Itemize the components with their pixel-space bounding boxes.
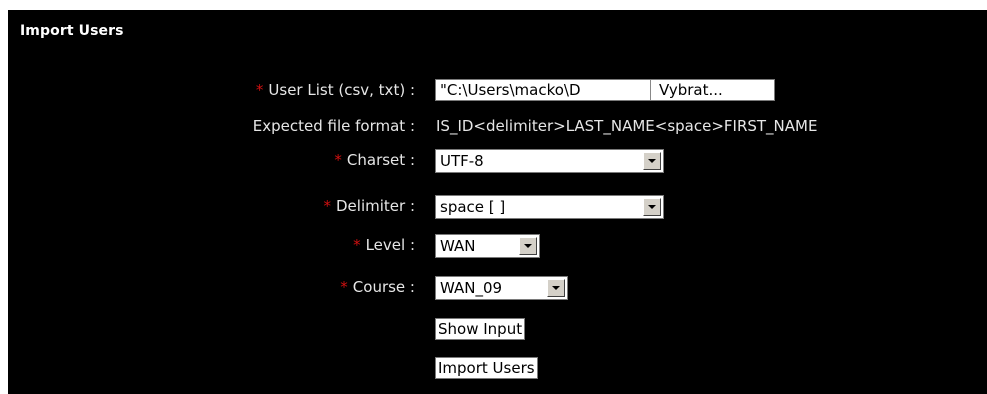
charset-row: * Charset : UTF-8 bbox=[8, 149, 987, 175]
delimiter-label-text: Delimiter : bbox=[336, 197, 415, 215]
delimiter-selected-value: space [ ] bbox=[440, 198, 506, 216]
import-users-button[interactable]: Import Users bbox=[435, 357, 538, 379]
required-marker: * bbox=[323, 197, 332, 215]
level-label-text: Level : bbox=[365, 236, 415, 254]
delimiter-label: * Delimiter : bbox=[324, 197, 416, 215]
charset-selected-value: UTF-8 bbox=[440, 152, 484, 170]
file-path-field[interactable]: "C:\Users\macko\D bbox=[436, 80, 650, 100]
course-label-text: Course : bbox=[352, 278, 415, 296]
expected-format-label: Expected file format : bbox=[252, 117, 415, 135]
panel-title: Import Users bbox=[20, 23, 124, 39]
user-list-label-text: User List (csv, txt) : bbox=[268, 81, 415, 99]
user-list-file-input[interactable]: "C:\Users\macko\D Vybrat... bbox=[435, 79, 775, 101]
browse-button[interactable]: Vybrat... bbox=[650, 80, 774, 100]
import-users-row: Import Users bbox=[8, 357, 987, 383]
import-users-panel: Import Users * User List (csv, txt) : "C:… bbox=[8, 10, 987, 394]
chevron-down-icon[interactable] bbox=[643, 152, 661, 170]
course-label: * Course : bbox=[340, 278, 415, 296]
required-marker: * bbox=[255, 81, 264, 99]
delimiter-row: * Delimiter : space [ ] bbox=[8, 195, 987, 221]
show-input-button[interactable]: Show Input bbox=[435, 318, 526, 340]
required-marker: * bbox=[334, 151, 342, 169]
level-label: * Level : bbox=[353, 236, 415, 254]
chevron-down-icon[interactable] bbox=[547, 279, 565, 297]
charset-select[interactable]: UTF-8 bbox=[435, 149, 664, 173]
show-input-row: Show Input bbox=[8, 318, 987, 344]
charset-label-text: Charset : bbox=[346, 151, 415, 169]
level-row: * Level : WAN bbox=[8, 234, 987, 260]
chevron-down-icon[interactable] bbox=[643, 198, 661, 216]
required-marker: * bbox=[340, 278, 348, 296]
chevron-down-icon[interactable] bbox=[519, 237, 537, 255]
user-list-row: * User List (csv, txt) : "C:\Users\macko\… bbox=[8, 79, 987, 105]
required-marker: * bbox=[353, 236, 361, 254]
expected-format-value: IS_ID<delimiter>LAST_NAME<space>FIRST_NA… bbox=[436, 117, 818, 135]
charset-label: * Charset : bbox=[334, 151, 415, 169]
level-selected-value: WAN bbox=[440, 237, 476, 255]
level-select[interactable]: WAN bbox=[435, 234, 540, 258]
course-selected-value: WAN_09 bbox=[440, 279, 503, 297]
expected-format-row: Expected file format : IS_ID<delimiter>L… bbox=[8, 115, 987, 141]
delimiter-select[interactable]: space [ ] bbox=[435, 195, 664, 219]
user-list-label: * User List (csv, txt) : bbox=[256, 81, 415, 99]
course-select[interactable]: WAN_09 bbox=[435, 276, 568, 300]
course-row: * Course : WAN_09 bbox=[8, 276, 987, 302]
